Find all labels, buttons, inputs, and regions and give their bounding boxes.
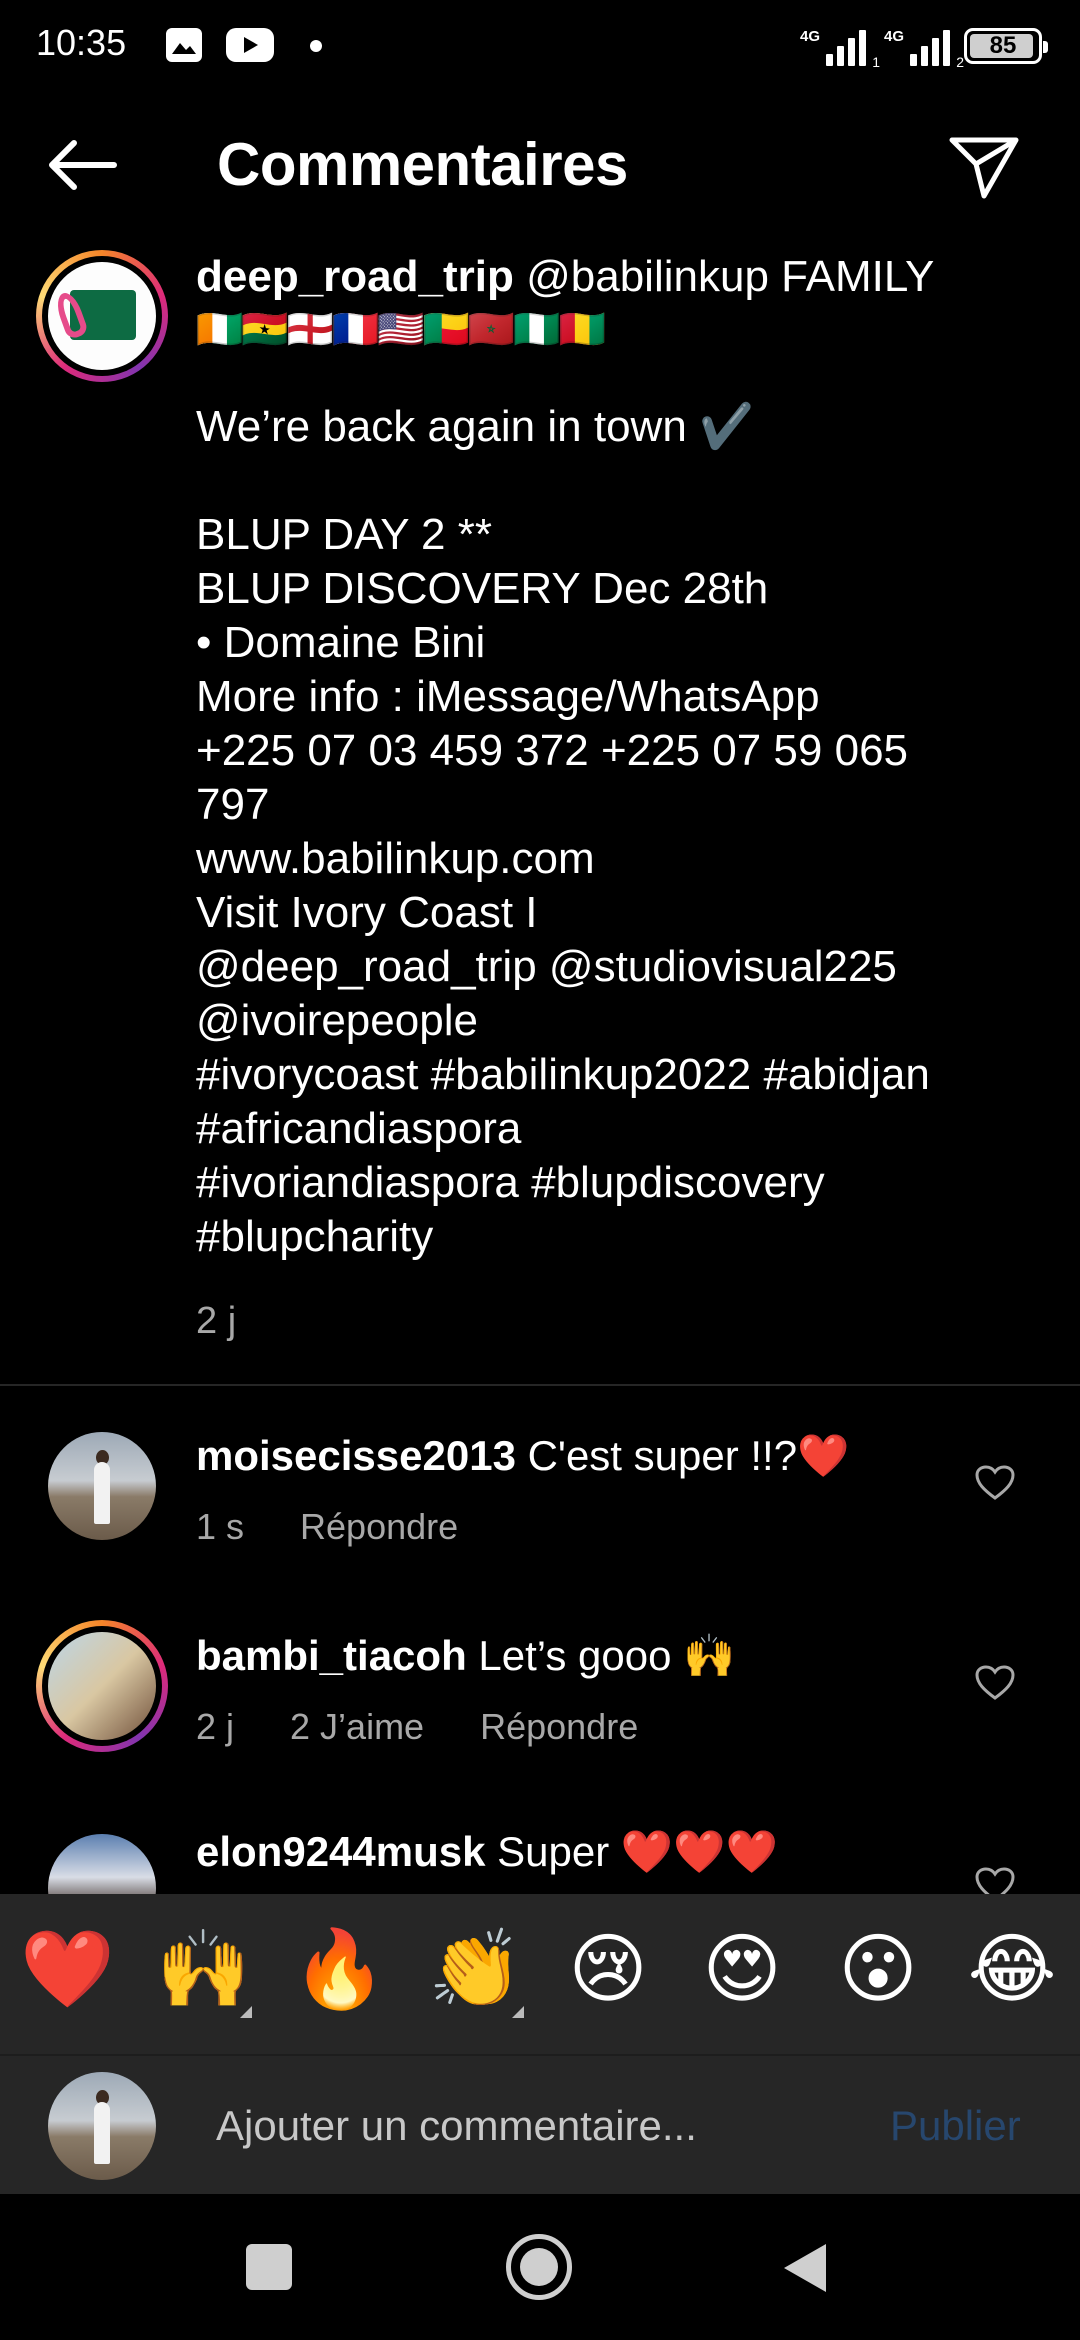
caption-line: • Domaine Bini [196,618,486,667]
reply-button[interactable]: Répondre [480,1706,638,1747]
comment-text: Super ❤️❤️❤️ [485,1828,778,1875]
like-heart-icon[interactable] [974,1464,1016,1502]
status-time: 10:35 [36,22,127,63]
avatar[interactable] [36,250,168,382]
status-bar: 10:35 4G 1 4G 2 85 [0,0,1080,96]
signal-sim1-icon: 4G 1 [800,28,880,70]
like-heart-icon[interactable] [974,1664,1016,1702]
emoji-crying-button[interactable]: 😢 [562,1928,654,2012]
gallery-icon [166,28,202,62]
notification-dot-icon [310,40,322,52]
flags-row: 🇨🇮🇬🇭🏴󠁧󠁢󠁥󠁮󠁧󠁿🇫🇷🇺🇸🇧🇯🇲🇦🇳🇬🇬🇳 [196,309,606,351]
comment-username[interactable]: bambi_tiacoh [196,1632,467,1679]
comment-time: 2 j [196,1706,235,1747]
emoji-laughing-button[interactable]: 😂 [966,1928,1058,2012]
network-type-label: 4G [800,28,821,45]
post-timestamp: 2 j [196,1300,237,1342]
battery-level: 85 [989,32,1017,59]
caption-line: Visit Ivory Coast I [196,888,538,937]
comment-composer: Publier [0,2054,1080,2194]
emoji-glyph: 👏 [428,1927,523,2012]
avatar[interactable] [48,1432,156,1540]
caption-link[interactable]: www.babilinkup.com [196,832,1056,886]
avatar [48,2072,156,2180]
emoji-raised-hands-button[interactable]: 🙌 [156,1927,252,2018]
emoji-heart-button[interactable]: ❤️ [20,1928,115,2012]
emoji-fire-button[interactable]: 🔥 [292,1928,387,2012]
battery-icon: 85 [964,28,1048,64]
caption-hashtags[interactable]: #ivoriandiaspora #blupdiscovery [196,1156,1056,1210]
emoji-clap-button[interactable]: 👏 [428,1927,524,2018]
caption-line: We’re back again in town ✔️ [196,402,754,451]
comment-username[interactable]: moisecisse2013 [196,1432,516,1479]
comment-row: moisecisse2013 C'est super !!?❤️ 1 s Répo… [0,1420,1080,1580]
caption-line: BLUP DISCOVERY Dec 28th [196,564,769,613]
page-title: Commentaires [217,131,628,198]
skin-tone-indicator-icon [512,2006,524,2018]
recent-apps-icon[interactable] [246,2244,292,2290]
network-type-label: 4G [884,28,905,45]
caption-line: More info : iMessage/WhatsApp [196,672,820,721]
avatar[interactable] [48,1834,156,1894]
caption-hashtags[interactable]: #africandiaspora [196,1102,1056,1156]
comment-text: Let’s gooo 🙌 [466,1632,736,1679]
sim2-label: 2 [956,54,964,70]
send-direct-icon[interactable] [946,130,1022,206]
emoji-heart-eyes-button[interactable]: 😍 [696,1928,788,2012]
publish-button[interactable]: Publier [890,2102,1021,2150]
home-icon[interactable] [506,2234,572,2300]
post-caption-first-line: @babilinkup FAMILY [513,252,935,301]
sim1-label: 1 [872,54,880,70]
caption-hashtags[interactable]: #ivorycoast #babilinkup2022 #abidjan [196,1048,1056,1102]
avatar[interactable] [36,1620,168,1752]
comment-row: bambi_tiacoh Let’s gooo 🙌 2 j 2 J’aime Rép… [0,1620,1080,1780]
emoji-reaction-bar: ❤️ 🙌 🔥 👏 😢 😍 😮 😂 [0,1894,1080,2054]
signal-sim2-icon: 4G 2 [884,28,964,70]
system-nav-bar [0,2194,1080,2340]
emoji-surprised-button[interactable]: 😮 [832,1928,924,2012]
header: Commentaires [0,110,1080,230]
back-arrow-icon[interactable] [44,135,120,195]
comment-username[interactable]: elon9244musk [196,1828,486,1875]
system-back-icon[interactable] [784,2244,826,2292]
caption-line: 797 [196,780,270,829]
signal-indicators: 4G 1 4G 2 [800,22,964,70]
like-heart-icon[interactable] [974,1866,1016,1894]
skin-tone-indicator-icon [240,2006,252,2018]
comment-row: elon9244musk Super ❤️❤️❤️ [0,1820,1080,1894]
like-count[interactable]: 2 J’aime [290,1706,424,1747]
caption-body: We’re back again in town ✔️ BLUP DAY 2 *… [196,400,1056,1264]
post-username[interactable]: deep_road_trip [196,252,514,301]
comment-time: 1 s [196,1506,245,1547]
reply-button[interactable]: Répondre [300,1506,458,1547]
divider [0,1384,1080,1386]
caption-mentions[interactable]: @deep_road_trip @studiovisual225 [196,940,1056,994]
comment-input[interactable] [216,2098,856,2154]
caption-line: BLUP DAY 2 ** [196,510,492,559]
caption-hashtags[interactable]: #blupcharity [196,1210,1056,1264]
emoji-glyph: 🙌 [156,1927,251,2012]
comment-text: C'est super !!?❤️ [515,1432,850,1479]
youtube-icon [226,28,274,62]
caption-line: +225 07 03 459 372 +225 07 59 065 [196,726,909,775]
caption-mentions[interactable]: @ivoirepeople [196,994,1056,1048]
